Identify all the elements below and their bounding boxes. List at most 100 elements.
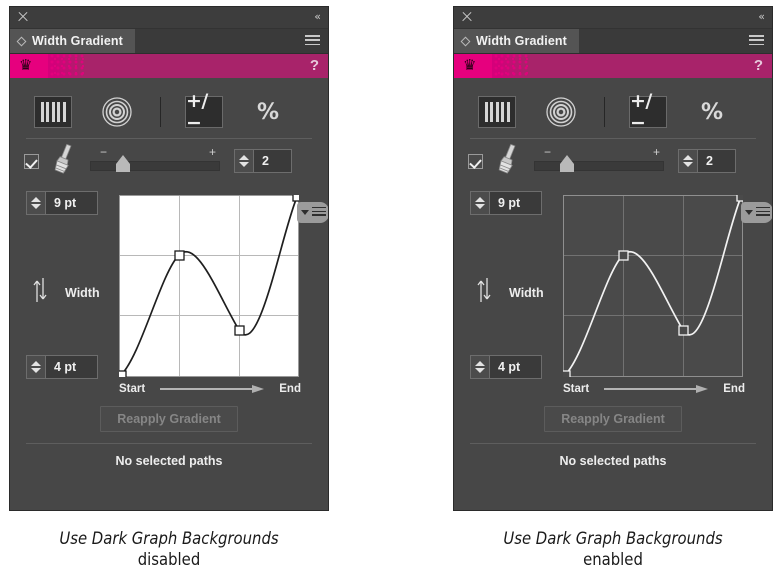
screenshot-stage: « Width Gradient ♛ ? +/− % − + 2 9 pt Wi… xyxy=(0,0,780,588)
gradient-graph-dark[interactable] xyxy=(563,195,743,377)
reapply-row: Reapply Gradient xyxy=(10,399,328,439)
collapse-double-chevron-icon[interactable]: « xyxy=(314,10,321,24)
crown-icon: ♛ xyxy=(19,57,33,74)
slider-track[interactable] xyxy=(534,161,664,171)
crown-icon: ♛ xyxy=(463,57,477,74)
stepper-arrows-icon[interactable] xyxy=(235,150,254,172)
help-icon[interactable]: ? xyxy=(310,56,319,76)
width-axis-label: Width xyxy=(509,285,544,300)
direction-arrow-icon xyxy=(604,385,709,393)
max-width-stepper[interactable]: 9 pt xyxy=(26,191,98,215)
direction-arrow-icon xyxy=(160,385,265,393)
panel-body: +/− % − + 2 9 pt Width 4 pt Start End Re… xyxy=(454,86,772,510)
caption-state: disabled xyxy=(137,550,201,569)
close-icon[interactable] xyxy=(17,11,29,23)
panel-body: +/− % − + 2 9 pt Width 4 pt Start End Re… xyxy=(10,86,328,510)
plus-minus-label: +/− xyxy=(186,90,208,134)
hamburger-menu-icon[interactable] xyxy=(749,35,764,46)
max-width-value: 9 pt xyxy=(54,196,77,210)
tab-width-gradient[interactable]: Width Gradient xyxy=(10,29,135,53)
plus-minus-button[interactable]: +/− xyxy=(185,90,223,134)
graph-flyout-menu-icon[interactable] xyxy=(297,202,328,223)
diamond-icon xyxy=(16,36,27,46)
dither-pattern xyxy=(494,54,528,78)
brush-density-slider[interactable]: − + xyxy=(534,145,664,174)
graph-flyout-menu-icon[interactable] xyxy=(741,202,772,223)
caption-state: enabled xyxy=(583,550,643,569)
brush-slider-row: − + 2 xyxy=(10,139,328,183)
brush-count-stepper[interactable]: 2 xyxy=(234,149,292,173)
collapse-double-chevron-icon[interactable]: « xyxy=(758,10,765,24)
diamond-icon xyxy=(460,36,471,46)
panel-titlebar: « xyxy=(10,7,328,29)
up-down-arrows-icon xyxy=(476,277,492,308)
end-label: End xyxy=(279,383,301,395)
reapply-gradient-button[interactable]: Reapply Gradient xyxy=(544,406,682,432)
percent-label: % xyxy=(700,99,724,125)
close-icon[interactable] xyxy=(461,11,473,23)
width-axis-label-group: Width xyxy=(476,277,544,308)
paintbrush-icon xyxy=(50,143,76,180)
chevron-down-icon xyxy=(301,210,309,215)
tab-label: Width Gradient xyxy=(476,34,567,48)
max-width-stepper[interactable]: 9 pt xyxy=(470,191,542,215)
concentric-rings-icon[interactable] xyxy=(98,96,136,128)
menu-lines-icon xyxy=(756,206,770,219)
slider-plus-label: + xyxy=(652,145,660,159)
stepper-arrows-icon[interactable] xyxy=(679,150,698,172)
up-down-arrows-icon xyxy=(32,277,48,308)
end-label: End xyxy=(723,383,745,395)
gradient-graph-zone: 9 pt Width 4 pt Start End xyxy=(454,189,772,399)
concentric-rings-icon[interactable] xyxy=(542,96,580,128)
promo-banner[interactable]: ♛ ? xyxy=(454,54,772,78)
reapply-gradient-button[interactable]: Reapply Gradient xyxy=(100,406,238,432)
caption-light: Use Dark Graph Backgrounds disabled xyxy=(9,528,329,570)
panel-tabstrip: Width Gradient xyxy=(10,29,328,54)
slider-minus-label: − xyxy=(544,145,552,159)
brush-count-stepper[interactable]: 2 xyxy=(678,149,736,173)
tab-width-gradient[interactable]: Width Gradient xyxy=(454,29,579,53)
start-label: Start xyxy=(119,383,146,395)
panel-tabstrip: Width Gradient xyxy=(454,29,772,54)
min-width-stepper[interactable]: 4 pt xyxy=(470,355,542,379)
slider-minus-label: − xyxy=(100,145,108,159)
width-stripes-icon[interactable] xyxy=(478,96,516,128)
panel-titlebar: « xyxy=(454,7,772,29)
caption-title: Use Dark Graph Backgrounds xyxy=(59,529,279,548)
slider-track[interactable] xyxy=(90,161,220,171)
stepper-arrows-icon[interactable] xyxy=(471,192,490,214)
gradient-graph-light[interactable] xyxy=(119,195,299,377)
toolbar-divider xyxy=(160,97,161,127)
hamburger-menu-icon[interactable] xyxy=(305,35,320,46)
plus-minus-label: +/− xyxy=(630,90,652,134)
width-axis-label-group: Width xyxy=(32,277,100,308)
width-stripes-icon[interactable] xyxy=(34,96,72,128)
gradient-graph-zone: 9 pt Width 4 pt Start End xyxy=(10,189,328,399)
plus-minus-button[interactable]: +/− xyxy=(629,90,667,134)
status-bar: No selected paths xyxy=(115,454,223,468)
brush-count-value: 2 xyxy=(706,154,713,168)
brush-enable-checkbox[interactable] xyxy=(24,153,39,169)
min-width-stepper[interactable]: 4 pt xyxy=(26,355,98,379)
slider-thumb[interactable] xyxy=(560,155,574,172)
brush-density-slider[interactable]: − + xyxy=(90,145,220,174)
percent-button[interactable]: % xyxy=(249,96,287,128)
brush-enable-checkbox[interactable] xyxy=(468,153,483,169)
brush-count-value: 2 xyxy=(262,154,269,168)
toolbar-divider xyxy=(604,97,605,127)
stepper-arrows-icon[interactable] xyxy=(471,356,490,378)
min-width-value: 4 pt xyxy=(498,360,521,374)
dither-pattern xyxy=(50,54,84,78)
help-icon[interactable]: ? xyxy=(754,56,763,76)
start-end-axis: Start End xyxy=(563,381,745,397)
percent-button[interactable]: % xyxy=(693,96,731,128)
start-end-axis: Start End xyxy=(119,381,301,397)
width-gradient-panel-dark: « Width Gradient ♛ ? +/− % − + 2 9 pt Wi… xyxy=(453,6,773,511)
mode-toolbar: +/− % xyxy=(10,86,328,138)
stepper-arrows-icon[interactable] xyxy=(27,192,46,214)
width-gradient-panel-light: « Width Gradient ♛ ? +/− % − + 2 9 pt Wi… xyxy=(9,6,329,511)
stepper-arrows-icon[interactable] xyxy=(27,356,46,378)
menu-lines-icon xyxy=(312,206,326,219)
promo-banner[interactable]: ♛ ? xyxy=(10,54,328,78)
slider-thumb[interactable] xyxy=(116,155,130,172)
